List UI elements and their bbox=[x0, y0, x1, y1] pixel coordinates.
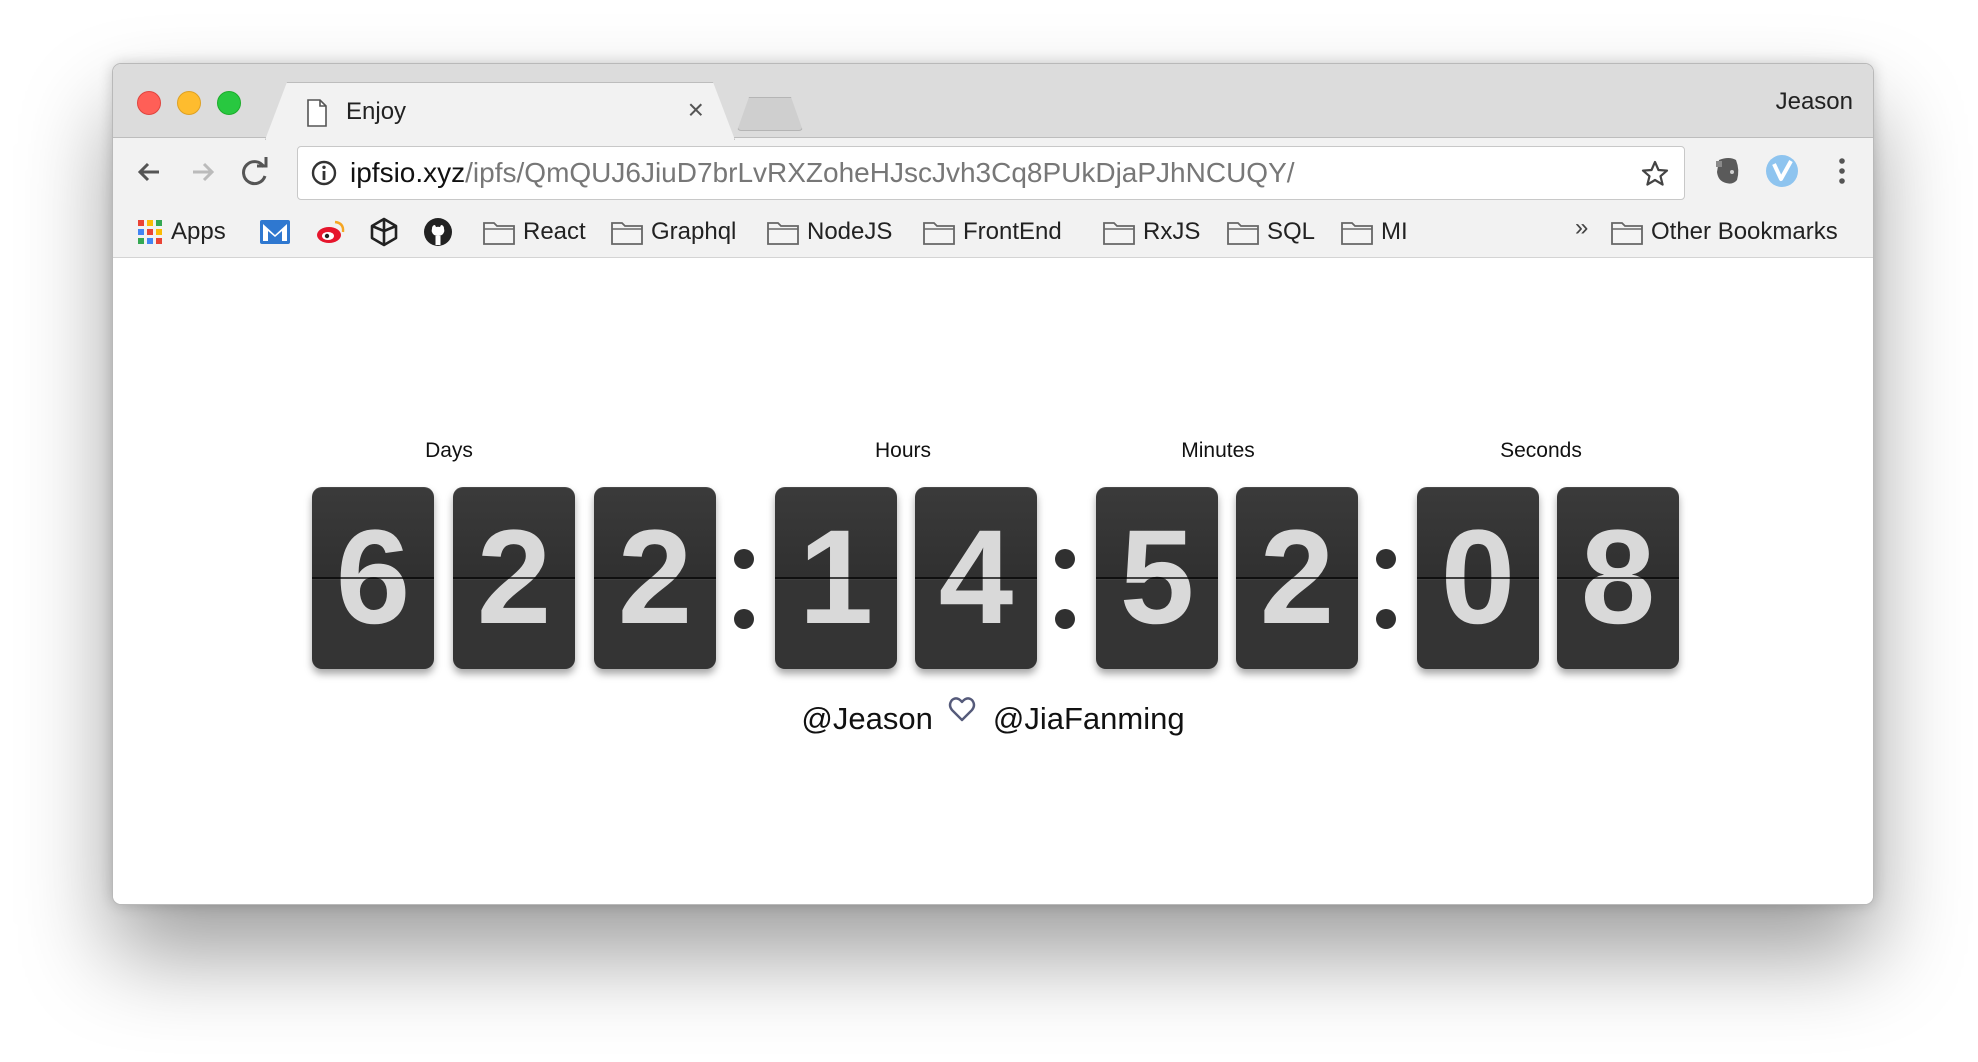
minutes-digit-card: 5 bbox=[1096, 487, 1218, 669]
evernote-icon[interactable] bbox=[1709, 152, 1747, 190]
bookmark-label: MI bbox=[1381, 218, 1408, 245]
minimize-window-button[interactable] bbox=[177, 91, 201, 115]
apps-grid-icon bbox=[138, 220, 162, 244]
folder-icon bbox=[483, 222, 515, 245]
credits: @Jeason @JiaFanming bbox=[113, 697, 1873, 737]
mail-icon bbox=[260, 220, 290, 244]
bookmark-label: Graphql bbox=[651, 218, 737, 245]
bookmark-folder-other[interactable]: Other Bookmarks bbox=[1611, 216, 1838, 248]
info-icon[interactable] bbox=[310, 159, 338, 187]
days-label: Days bbox=[425, 439, 473, 462]
back-arrow-icon[interactable] bbox=[129, 152, 169, 192]
credit-right: @JiaFanming bbox=[992, 701, 1185, 736]
heart-icon bbox=[948, 697, 976, 722]
colon-separator bbox=[1374, 487, 1398, 669]
bookmark-mail[interactable] bbox=[259, 216, 291, 248]
zoom-window-button[interactable] bbox=[217, 91, 241, 115]
days-digit-card: 2 bbox=[594, 487, 716, 669]
weibo-icon bbox=[317, 220, 345, 243]
browser-window: Enjoy × Jeason ipfsio.xyz/ipfs/QmQUJ6Jiu… bbox=[112, 63, 1874, 905]
folder-icon bbox=[611, 222, 643, 245]
title-bar: Enjoy × Jeason bbox=[113, 64, 1873, 138]
colon-separator bbox=[1053, 487, 1077, 669]
colon-separator bbox=[732, 487, 756, 669]
menu-kebab-icon[interactable] bbox=[1823, 152, 1861, 190]
tab-enjoy[interactable]: Enjoy × bbox=[265, 82, 735, 140]
hours-digit-card: 4 bbox=[915, 487, 1037, 669]
url-host: ipfsio.xyz bbox=[350, 157, 466, 188]
forward-arrow-icon[interactable] bbox=[183, 152, 223, 192]
bookmark-label: Apps bbox=[171, 218, 226, 245]
bookmark-label: React bbox=[523, 218, 586, 245]
codepen-icon bbox=[370, 217, 398, 247]
credit-left: @Jeason bbox=[801, 701, 933, 736]
bookmark-label: RxJS bbox=[1143, 218, 1201, 245]
bookmark-codepen[interactable] bbox=[369, 216, 399, 248]
seconds-digit-card: 0 bbox=[1417, 487, 1539, 669]
reload-icon[interactable] bbox=[235, 152, 275, 192]
folder-icon bbox=[1611, 222, 1643, 245]
vimium-icon[interactable] bbox=[1763, 152, 1801, 190]
bookmark-label: SQL bbox=[1267, 218, 1316, 245]
bookmark-folder-sql[interactable]: SQL bbox=[1227, 216, 1315, 248]
bookmark-folder-react[interactable]: React bbox=[483, 216, 586, 248]
page-content: Days Hours Minutes Seconds 6 2 2 1 4 5 2… bbox=[113, 259, 1873, 904]
minutes-digit-card: 2 bbox=[1236, 487, 1358, 669]
folder-icon bbox=[1341, 222, 1373, 245]
tab-close-icon[interactable]: × bbox=[688, 95, 704, 125]
bookmark-apps[interactable]: Apps bbox=[137, 216, 226, 248]
folder-icon bbox=[767, 222, 799, 245]
bookmark-label: FrontEnd bbox=[963, 218, 1062, 245]
days-digit-card: 6 bbox=[312, 487, 434, 669]
bookmark-weibo[interactable] bbox=[315, 216, 347, 248]
github-icon bbox=[424, 218, 452, 246]
bookmarks-bar: Apps React Graphql NodeJS FrontEnd RxJS … bbox=[113, 206, 1873, 258]
new-tab-button[interactable] bbox=[737, 97, 803, 131]
tab-title: Enjoy bbox=[346, 98, 407, 125]
minutes-label: Minutes bbox=[1181, 439, 1255, 462]
folder-icon bbox=[1227, 222, 1259, 245]
bookmarks-overflow-chevron-icon[interactable]: » bbox=[1575, 214, 1588, 242]
bookmark-folder-frontend[interactable]: FrontEnd bbox=[923, 216, 1062, 248]
page-icon bbox=[306, 99, 328, 127]
hours-label: Hours bbox=[874, 439, 932, 462]
browser-toolbar: ipfsio.xyz/ipfs/QmQUJ6JiuD7brLvRXZoheHJs… bbox=[113, 138, 1873, 206]
address-bar[interactable]: ipfsio.xyz/ipfs/QmQUJ6JiuD7brLvRXZoheHJs… bbox=[297, 146, 1685, 200]
profile-name[interactable]: Jeason bbox=[1776, 88, 1853, 116]
url-path: /ipfs/QmQUJ6JiuD7brLvRXZoheHJscJvh3Cq8PU… bbox=[465, 157, 1295, 188]
days-digit-card: 2 bbox=[453, 487, 575, 669]
bookmark-folder-nodejs[interactable]: NodeJS bbox=[767, 216, 892, 248]
hours-digit-card: 1 bbox=[775, 487, 897, 669]
bookmark-folder-mi[interactable]: MI bbox=[1341, 216, 1408, 248]
folder-icon bbox=[1103, 222, 1135, 245]
bookmark-github[interactable] bbox=[423, 216, 453, 248]
bookmark-folder-graphql[interactable]: Graphql bbox=[611, 216, 736, 248]
folder-icon bbox=[923, 222, 955, 245]
seconds-label: Seconds bbox=[1500, 439, 1582, 462]
close-window-button[interactable] bbox=[137, 91, 161, 115]
bookmark-label: Other Bookmarks bbox=[1651, 218, 1838, 245]
bookmark-star-icon[interactable] bbox=[1640, 159, 1670, 189]
seconds-digit-card: 8 bbox=[1557, 487, 1679, 669]
bookmark-label: NodeJS bbox=[807, 218, 893, 245]
url-text[interactable]: ipfsio.xyz/ipfs/QmQUJ6JiuD7brLvRXZoheHJs… bbox=[350, 157, 1295, 189]
bookmark-folder-rxjs[interactable]: RxJS bbox=[1103, 216, 1200, 248]
